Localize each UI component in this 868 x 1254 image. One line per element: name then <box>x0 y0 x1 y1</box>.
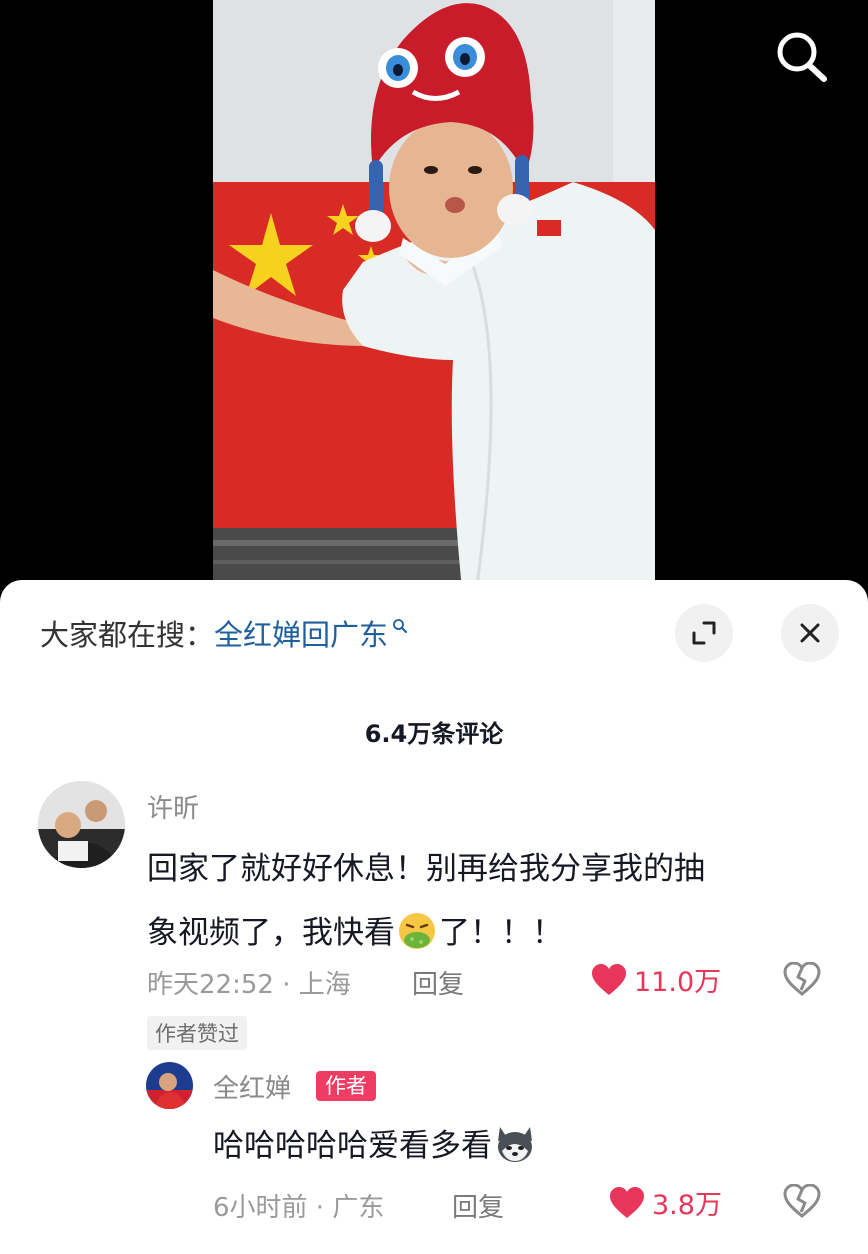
hot-search-prefix: 大家都在搜： <box>40 618 215 652</box>
close-icon <box>800 623 820 643</box>
video-still-image <box>213 0 655 600</box>
like-button[interactable]: 3.8万 <box>608 1183 722 1222</box>
husky-emoji-icon <box>498 1126 532 1162</box>
avatar[interactable] <box>38 781 125 868</box>
hot-search-bar[interactable]: 大家都在搜： 全红婵回广东 <box>40 610 408 656</box>
author-liked-tag: 作者赞过 <box>147 1016 247 1050</box>
dislike-button[interactable] <box>782 961 822 1000</box>
comment-text-line-2: 象视频了，我快看 了！！！ <box>147 901 827 965</box>
comment-username[interactable]: 许昕 <box>147 788 199 825</box>
broken-heart-icon <box>783 1183 821 1218</box>
avatar[interactable] <box>146 1062 193 1109</box>
comment-text: 哈哈哈哈哈爱看多看 <box>213 1120 538 1165</box>
comment-sheet: 大家都在搜： 全红婵回广东 6.4万条评论 许昕 回家了就好好休息！别再给我分享… <box>0 580 868 1254</box>
heart-icon <box>610 1186 644 1218</box>
author-badge: 作者 <box>316 1071 376 1101</box>
broken-heart-icon <box>783 961 821 996</box>
comment-count: 6.4万条评论 <box>364 720 504 748</box>
video-player[interactable] <box>0 0 868 600</box>
expand-icon <box>692 621 716 645</box>
video-frame[interactable] <box>213 0 655 600</box>
comment-text: 回家了就好好休息！别再给我分享我的抽 象视频了，我快看 了！！！ <box>147 837 827 965</box>
search-icon <box>777 32 827 82</box>
comment-time-location: 6小时前 · 广东 <box>213 1193 385 1223</box>
dislike-button[interactable] <box>782 1183 822 1222</box>
search-button[interactable] <box>772 28 832 88</box>
search-icon <box>393 619 408 633</box>
heart-icon <box>592 963 626 995</box>
like-button[interactable]: 11.0万 <box>590 960 721 999</box>
like-count: 11.0万 <box>634 967 722 998</box>
vomiting-emoji-icon <box>399 912 435 949</box>
comment-time-location: 昨天22:52 · 上海 <box>147 970 351 1000</box>
comment-text-segment: 哈哈哈哈哈爱看多看 <box>213 1128 492 1164</box>
expand-button[interactable] <box>675 604 733 662</box>
comment-text-segment: 象视频了，我快看 <box>147 915 395 951</box>
comment-username[interactable]: 全红婵 <box>213 1068 291 1105</box>
hot-search-term-link[interactable]: 全红婵回广东 <box>214 612 388 654</box>
comment-text-line-1: 回家了就好好休息！别再给我分享我的抽 <box>147 851 705 887</box>
like-count: 3.8万 <box>652 1190 722 1221</box>
close-button[interactable] <box>781 604 839 662</box>
reply-button[interactable]: 回复 <box>412 964 464 1001</box>
reply-button[interactable]: 回复 <box>452 1187 504 1224</box>
comment-text-segment: 了！！！ <box>439 915 563 951</box>
